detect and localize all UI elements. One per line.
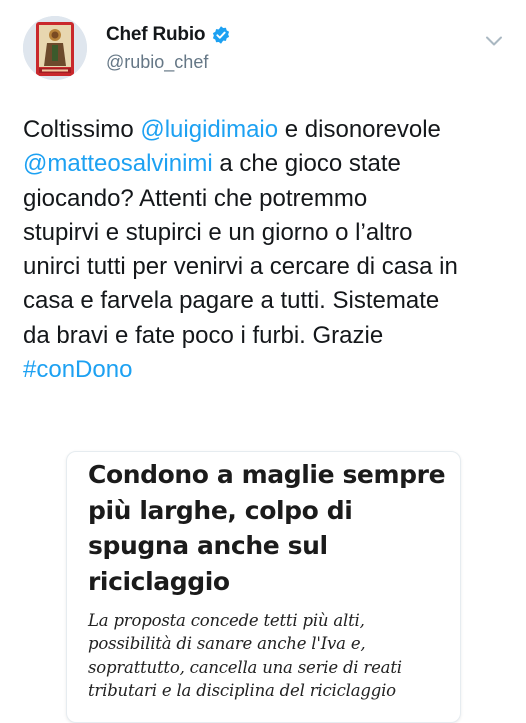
- religious-icon-avatar: [23, 16, 87, 80]
- link-preview-card[interactable]: Condono a maglie sempre più larghe, colp…: [66, 451, 461, 723]
- chevron-down-icon[interactable]: [484, 34, 504, 48]
- tweet-text-segment: e disonorevole: [284, 116, 441, 143]
- card-title[interactable]: Condono a maglie sempre più larghe, colp…: [88, 457, 448, 599]
- author-display-name[interactable]: Chef Rubio: [106, 24, 206, 46]
- tweet-text-segment: a che gioco state giocando? Attenti che …: [23, 150, 458, 349]
- author-handle[interactable]: @rubio_chef: [106, 52, 208, 73]
- tweet-text-segment: Coltissimo: [23, 116, 141, 143]
- author-name-row[interactable]: Chef Rubio: [106, 24, 231, 46]
- verified-badge-icon: [211, 25, 231, 45]
- avatar[interactable]: [23, 16, 87, 80]
- mention-link[interactable]: @matteosalvinimi: [23, 150, 213, 177]
- mention-link[interactable]: @luigidimaio: [140, 116, 278, 143]
- card-description: La proposta concede tetti più alti, poss…: [88, 611, 402, 700]
- tweet-header: Chef Rubio @rubio_chef: [0, 0, 526, 100]
- tweet-text: Coltissimo @luigidimaio e disonorevole @…: [23, 113, 513, 387]
- hashtag-link[interactable]: #conDono: [23, 356, 132, 383]
